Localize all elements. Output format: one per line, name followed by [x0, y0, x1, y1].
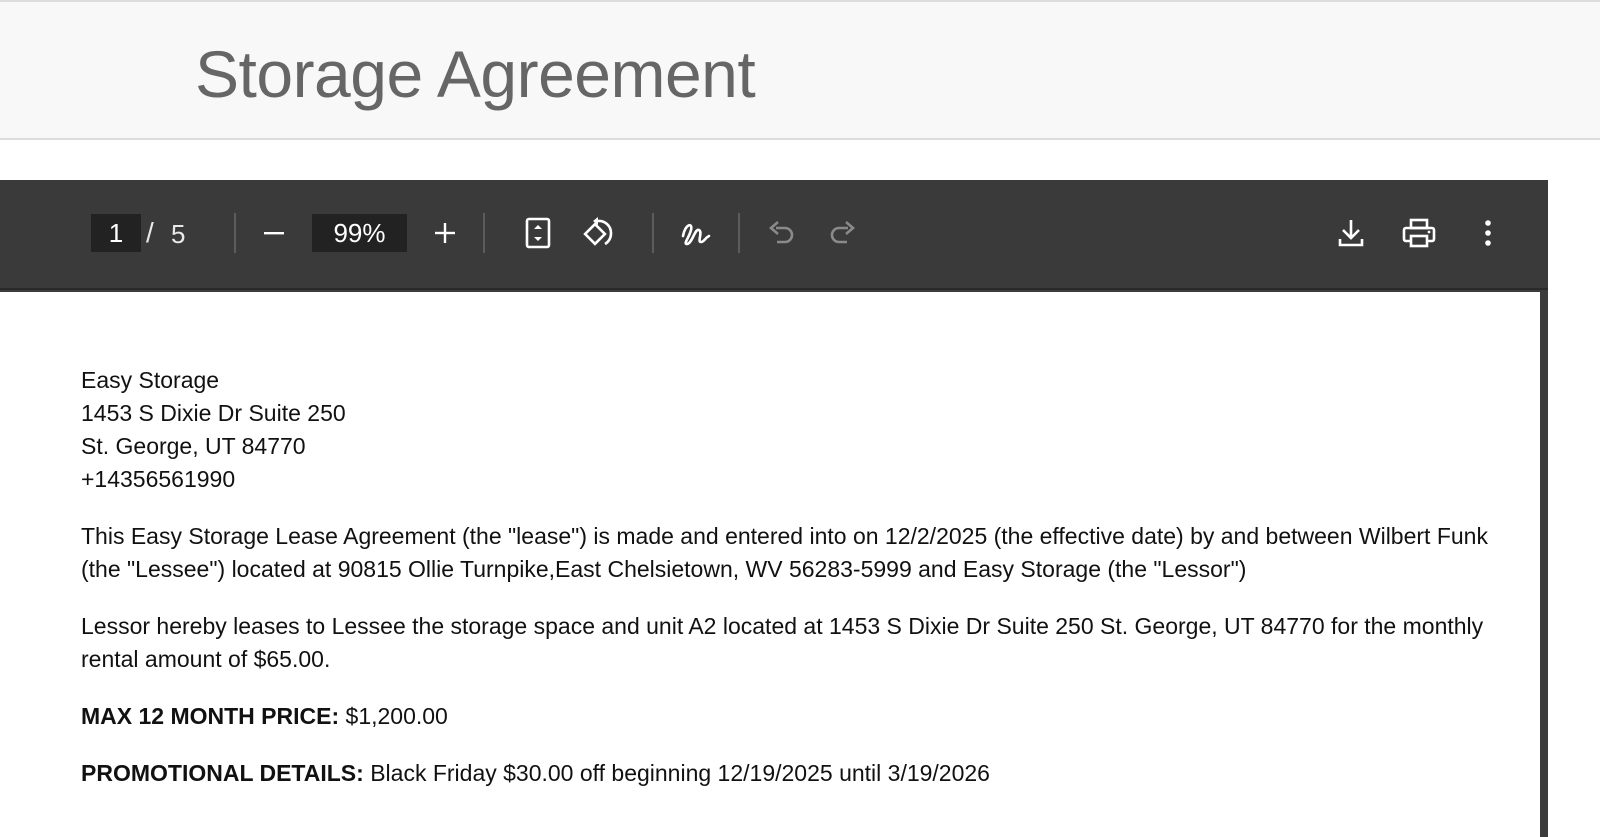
- max-price-label: MAX 12 MONTH PRICE:: [81, 703, 340, 729]
- address-line: 1453 S Dixie Dr Suite 250: [81, 400, 346, 426]
- minus-icon: [264, 232, 284, 235]
- undo-button[interactable]: [760, 211, 804, 255]
- toolbar-divider: [234, 213, 236, 253]
- download-button[interactable]: [1329, 211, 1373, 255]
- page-header: Storage Agreement: [0, 0, 1600, 140]
- address-line: Easy Storage: [81, 367, 220, 393]
- address-line: +14356561990: [81, 466, 236, 492]
- promo-line: PROMOTIONAL DETAILS: Black Friday $30.00…: [81, 757, 1501, 790]
- draw-icon: [681, 223, 711, 246]
- more-vertical-icon: [1485, 220, 1491, 246]
- print-icon: [1402, 218, 1436, 248]
- download-icon: [1338, 220, 1364, 247]
- max-price-line: MAX 12 MONTH PRICE: $1,200.00: [81, 700, 1501, 733]
- redo-icon: [830, 221, 855, 244]
- pdf-toolbar: / 5 99%: [0, 180, 1548, 290]
- lessor-address: Easy Storage 1453 S Dixie Dr Suite 250 S…: [81, 364, 1501, 496]
- fit-to-page-button[interactable]: [516, 211, 560, 255]
- pdf-viewer: / 5 99%: [0, 180, 1548, 837]
- zoom-out-button[interactable]: [252, 211, 296, 255]
- promo-label: PROMOTIONAL DETAILS:: [81, 760, 364, 786]
- redo-button[interactable]: [820, 211, 864, 255]
- total-pages: 5: [171, 219, 186, 249]
- max-price-value: $1,200.00: [345, 703, 448, 729]
- more-options-button[interactable]: [1466, 211, 1510, 255]
- print-button[interactable]: [1397, 211, 1441, 255]
- rotate-icon: [583, 217, 613, 246]
- promo-value: Black Friday $30.00 off beginning 12/19/…: [370, 760, 990, 786]
- fit-to-page-icon: [525, 217, 551, 249]
- lease-intro-paragraph: This Easy Storage Lease Agreement (the "…: [81, 523, 1488, 582]
- toolbar-divider: [738, 213, 740, 253]
- plus-icon: [435, 223, 455, 243]
- zoom-in-button[interactable]: [423, 211, 467, 255]
- document-content: Easy Storage 1453 S Dixie Dr Suite 250 S…: [81, 364, 1501, 790]
- document-page: Easy Storage 1453 S Dixie Dr Suite 250 S…: [0, 292, 1540, 837]
- undo-icon: [769, 221, 794, 244]
- toolbar-divider: [483, 213, 485, 253]
- zoom-level[interactable]: 99%: [312, 214, 407, 252]
- page-separator: /: [146, 217, 154, 248]
- address-line: St. George, UT 84770: [81, 433, 306, 459]
- page-number-input[interactable]: [91, 214, 141, 252]
- rotate-button[interactable]: [577, 211, 621, 255]
- page-title: Storage Agreement: [195, 37, 756, 111]
- lease-terms-paragraph: Lessor hereby leases to Lessee the stora…: [81, 613, 1484, 672]
- toolbar-divider: [652, 213, 654, 253]
- draw-button[interactable]: [674, 211, 718, 255]
